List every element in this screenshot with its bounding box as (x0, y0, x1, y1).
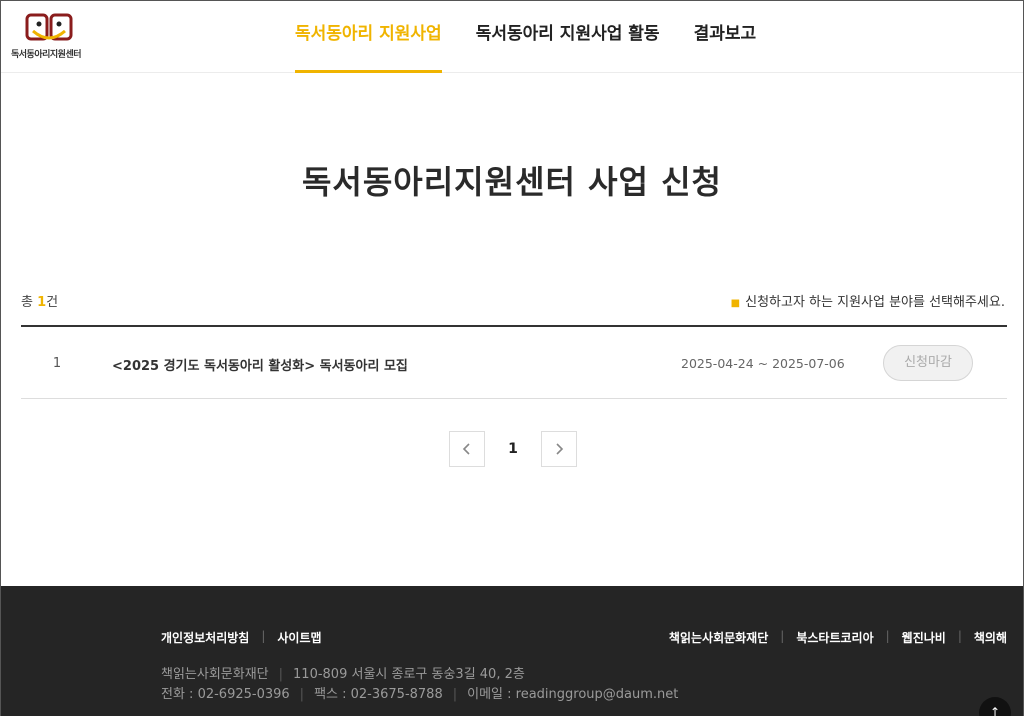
family-link-webzine[interactable]: 웹진나비 (902, 629, 946, 646)
family-link-foundation[interactable]: 책읽는사회문화재단 (669, 629, 768, 646)
footer-org: 책읽는사회문화재단 (161, 667, 269, 682)
site-logo[interactable]: 독서동아리지원센터 (11, 11, 91, 61)
total-number: 1 (37, 295, 47, 310)
family-link-bookstart[interactable]: 북스타트코리아 (796, 629, 873, 646)
footer-info: 책읽는사회문화재단 | 110-809 서울시 종로구 동숭3길 40, 2층 전화… (161, 667, 679, 702)
nav-item-result-report[interactable]: 결과보고 (694, 1, 757, 73)
site-footer: 개인정보처리방침 | 사이트맵 책읽는사회문화재단 | 북스타트코리아 | 웹진… (1, 586, 1023, 716)
footer-fax: 팩스 : 02-3675-8788 (314, 687, 443, 702)
site-header: 독서동아리지원센터 독서동아리 지원사업 독서동아리 지원사업 활동 결과보고 (1, 1, 1023, 73)
page-number[interactable]: 1 (485, 441, 541, 457)
footer-links: 개인정보처리방침 | 사이트맵 (161, 629, 322, 646)
prev-page-button[interactable] (449, 431, 485, 467)
chevron-left-icon (462, 443, 470, 455)
divider: | (261, 629, 266, 643)
family-link-book-year[interactable]: 책의해 (974, 629, 1007, 646)
total-count: 총 1건 (21, 291, 58, 310)
page-title: 독서동아리지원센터 사업 신청 (301, 163, 722, 201)
nav-item-support-activity[interactable]: 독서동아리 지원사업 활동 (476, 1, 660, 73)
scroll-top-button[interactable]: ↑ (979, 697, 1011, 716)
application-list: 1 <2025 경기도 독서동아리 활성화> 독서동아리 모집 2025-04-… (21, 325, 1007, 399)
logo-text: 독서동아리지원센터 (11, 50, 82, 60)
divider: | (885, 629, 890, 643)
row-number: 1 (52, 356, 62, 371)
row-period: 2025-04-24 ~ 2025-07-06 (681, 356, 845, 371)
main-nav: 독서동아리 지원사업 독서동아리 지원사업 활동 결과보고 (295, 1, 790, 73)
row-title-link[interactable]: <2025 경기도 독서동아리 활성화> 독서동아리 모집 (112, 355, 408, 374)
pagination: 1 (449, 431, 577, 467)
book-logo-icon (25, 13, 73, 41)
total-prefix: 총 (21, 295, 38, 310)
footer-phone: 전화 : 02-6925-0396 (161, 687, 290, 702)
chevron-right-icon (556, 443, 564, 455)
privacy-policy-link[interactable]: 개인정보처리방침 (161, 629, 249, 646)
guide-text: ■ 신청하고자 하는 지원사업 분야를 선택해주세요. (731, 291, 1005, 310)
nav-item-support-project[interactable]: 독서동아리 지원사업 (295, 1, 442, 73)
footer-family-links: 책읽는사회문화재단 | 북스타트코리아 | 웹진나비 | 책의해 (669, 629, 1007, 646)
footer-address: 110-809 서울시 종로구 동숭3길 40, 2층 (293, 667, 525, 682)
square-bullet-icon: ■ (730, 298, 741, 309)
footer-email: 이메일 : readinggroup@daum.net (467, 687, 679, 702)
total-suffix: 건 (46, 295, 59, 310)
status-closed-button: 신청마감 (883, 345, 973, 381)
divider: | (957, 629, 962, 643)
next-page-button[interactable] (541, 431, 577, 467)
sitemap-link[interactable]: 사이트맵 (277, 629, 321, 646)
table-row[interactable]: 1 <2025 경기도 독서동아리 활성화> 독서동아리 모집 2025-04-… (21, 327, 1007, 399)
guide-message: 신청하고자 하는 지원사업 분야를 선택해주세요. (745, 295, 1005, 310)
divider: | (780, 629, 785, 643)
